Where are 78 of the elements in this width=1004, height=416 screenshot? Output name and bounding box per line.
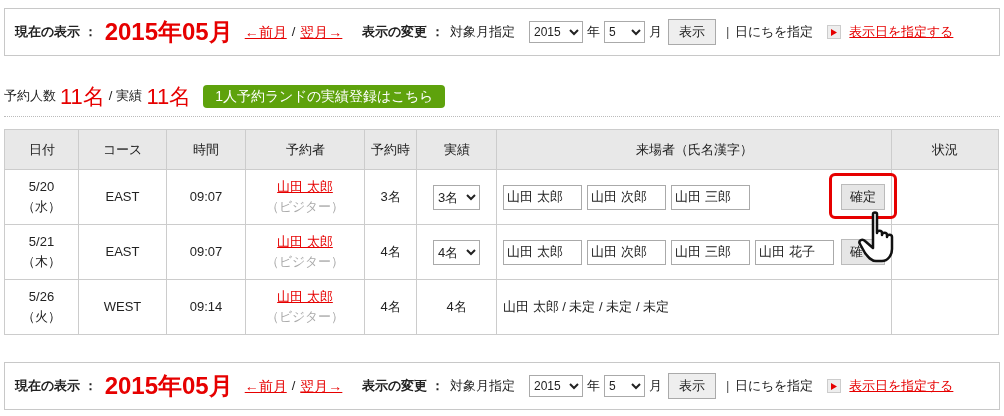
specify-day-link[interactable]: 表示日を指定する (849, 22, 954, 42)
time-cell: 09:07 (166, 169, 246, 225)
actual-count-select[interactable]: 3名 (433, 184, 480, 210)
reserved-count-cell: 4名 (364, 279, 417, 335)
weekday-text: （水） (21, 198, 62, 216)
divider: | (725, 377, 730, 396)
column-header: 来場者（氏名漢字） (496, 129, 892, 170)
reserver-link[interactable]: 山田 太郎 (277, 177, 333, 197)
actual-count: 11名 (146, 82, 192, 111)
reserved-count: 11名 (60, 82, 105, 111)
reserved-count-cell: 3名 (364, 169, 417, 225)
name-input-field[interactable]: 山田 三郎 (671, 184, 750, 210)
prev-month-link[interactable]: ←前月 (244, 21, 287, 43)
time-cell: 09:07 (166, 224, 246, 280)
date-text: 5/21 (27, 233, 56, 251)
day-label: 日にちを指定 (735, 377, 814, 396)
column-header: コース (78, 129, 167, 170)
current-label: 現在の表示 ： (15, 377, 97, 396)
reserver-link[interactable]: 山田 太郎 (277, 232, 333, 252)
name-input-field[interactable]: 山田 次郎 (587, 239, 666, 265)
name-input-field[interactable]: 山田 花子 (755, 239, 834, 265)
target-month-label: 対象月指定 (449, 23, 515, 42)
course-cell: EAST (78, 224, 167, 280)
year-select[interactable]: 2015 (528, 375, 583, 397)
change-label: 表示の変更 ： (362, 377, 444, 396)
date-text: 5/26 (27, 288, 56, 306)
name-input-field[interactable]: 山田 太郎 (503, 184, 582, 210)
actual-count-cell: 4名 (416, 279, 497, 335)
reserver-type: （ビジター） (265, 198, 345, 216)
month-unit: 月 (648, 23, 662, 42)
target-month-label: 対象月指定 (449, 377, 515, 396)
name-input-field[interactable]: 山田 太郎 (503, 239, 582, 265)
column-header: 予約時 (364, 129, 417, 170)
specify-day-link[interactable]: 表示日を指定する (849, 376, 954, 396)
weekday-text: （木） (21, 253, 62, 271)
next-month-link[interactable]: 翌月→ (300, 21, 343, 43)
visitors-cell: 山田 太郎 / 未定 / 未定 / 未定 (496, 279, 892, 335)
year-unit: 年 (586, 377, 600, 396)
play-icon[interactable] (827, 379, 842, 393)
separator: / (291, 23, 296, 42)
show-button[interactable]: 表示 (667, 373, 716, 399)
reserved-label: 予約人数 (4, 87, 56, 106)
year-unit: 年 (586, 23, 600, 42)
date-text: 5/20 (27, 178, 56, 196)
reserver-link[interactable]: 山田 太郎 (277, 287, 333, 307)
course-cell: WEST (78, 279, 167, 335)
prev-month-link[interactable]: ←前月 (244, 375, 287, 397)
change-label: 表示の変更 ： (362, 23, 444, 42)
month-select[interactable]: 5 (603, 375, 645, 397)
current-label: 現在の表示 ： (15, 23, 97, 42)
separator: / (108, 87, 113, 106)
month-select[interactable]: 5 (603, 21, 645, 43)
name-input-field[interactable]: 山田 三郎 (671, 239, 750, 265)
next-month-link[interactable]: 翌月→ (300, 375, 343, 397)
year-select[interactable]: 2015 (528, 21, 583, 43)
play-icon[interactable] (827, 25, 842, 39)
course-cell: EAST (78, 169, 167, 225)
divider: | (725, 23, 730, 42)
weekday-text: （火） (21, 308, 62, 326)
current-month: 2015年05月 (104, 17, 233, 47)
reserver-type: （ビジター） (265, 253, 345, 271)
column-header: 予約者 (245, 129, 365, 170)
actual-count-select[interactable]: 4名 (433, 239, 480, 265)
reserver-type: （ビジター） (265, 308, 345, 326)
month-unit: 月 (648, 377, 662, 396)
time-cell: 09:14 (166, 279, 246, 335)
column-header: 時間 (166, 129, 246, 170)
day-label: 日にちを指定 (735, 23, 814, 42)
confirm-button[interactable]: 確定 (841, 184, 885, 210)
reserved-count-cell: 4名 (364, 224, 417, 280)
current-month: 2015年05月 (104, 371, 233, 401)
column-header: 日付 (4, 129, 79, 170)
column-header: 実績 (416, 129, 497, 170)
name-input-field[interactable]: 山田 次郎 (587, 184, 666, 210)
column-header: 状況 (891, 129, 999, 170)
actual-label: 実績 (116, 87, 143, 106)
separator: / (291, 377, 296, 396)
show-button[interactable]: 表示 (667, 19, 716, 45)
